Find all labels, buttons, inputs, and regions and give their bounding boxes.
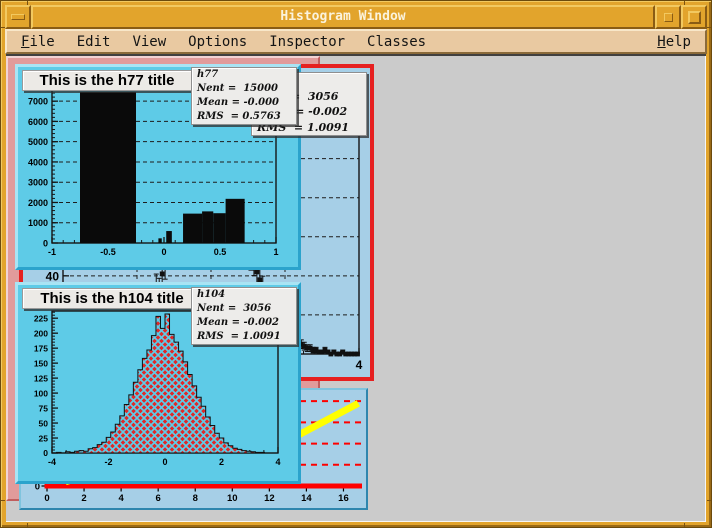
svg-text:-2: -2	[104, 457, 112, 467]
stat-mean: Mean = -0.000	[192, 96, 296, 110]
menu-view[interactable]: View	[132, 34, 166, 50]
pad-h77[interactable]: 01000200030004000500060007000-1-0.500.51…	[15, 64, 301, 270]
menu-options[interactable]: Options	[188, 34, 247, 50]
frame-notch	[684, 523, 685, 527]
svg-text:175: 175	[34, 343, 48, 353]
screen: { "window": { "title": "Histogram Window…	[0, 0, 712, 528]
svg-text:2: 2	[81, 493, 86, 504]
menu-file[interactable]: File	[21, 34, 55, 50]
menubar: File Edit View Options Inspector Classes…	[5, 29, 707, 54]
stat-entries: Nent = 15000	[192, 82, 296, 96]
svg-text:8: 8	[193, 493, 198, 504]
frame-notch	[707, 500, 711, 501]
menu-inspector[interactable]: Inspector	[269, 34, 345, 50]
svg-text:6: 6	[156, 493, 161, 504]
frame-notch	[1, 500, 5, 501]
svg-text:3000: 3000	[28, 178, 48, 188]
svg-text:-1: -1	[48, 247, 56, 257]
svg-text:6000: 6000	[28, 117, 48, 127]
svg-text:10: 10	[227, 493, 238, 504]
menu-classes[interactable]: Classes	[367, 34, 426, 50]
svg-text:0: 0	[161, 247, 166, 257]
svg-text:16: 16	[338, 493, 349, 504]
svg-text:1000: 1000	[28, 218, 48, 228]
maximize-icon	[688, 11, 701, 24]
stats-box-h104[interactable]: h104 Nent = 3056 Mean = -0.002 RMS = 1.0…	[191, 287, 297, 345]
svg-text:12: 12	[264, 493, 275, 504]
svg-text:200: 200	[34, 328, 48, 338]
svg-text:150: 150	[34, 358, 48, 368]
svg-text:4: 4	[118, 493, 124, 504]
title-box-h77[interactable]: This is the h77 title	[22, 70, 192, 91]
pad-h104[interactable]: 0255075100125150175200225-4-2024 This is…	[15, 282, 301, 484]
svg-text:14: 14	[301, 493, 312, 504]
minimize-icon	[664, 13, 673, 22]
titlebar-row: Histogram Window	[5, 5, 707, 29]
svg-text:25: 25	[39, 433, 49, 443]
stat-entries: Nent = 3056	[192, 302, 296, 316]
svg-text:0.5: 0.5	[214, 247, 227, 257]
window-menu-icon	[11, 14, 25, 20]
window-menu-button[interactable]	[5, 5, 31, 29]
svg-text:5000: 5000	[28, 137, 48, 147]
svg-text:75: 75	[39, 403, 49, 413]
stat-mean: Mean = -0.002	[192, 316, 296, 330]
client-area: 020406080100120-4-2024 This is the h101 …	[6, 54, 706, 522]
svg-text:125: 125	[34, 373, 48, 383]
stat-rms: RMS = 0.5763	[192, 110, 296, 124]
svg-text:2000: 2000	[28, 198, 48, 208]
stat-name: h104	[192, 288, 296, 302]
svg-text:4: 4	[356, 358, 363, 372]
stats-box-h77[interactable]: h77 Nent = 15000 Mean = -0.000 RMS = 0.5…	[191, 67, 297, 125]
svg-text:-4: -4	[48, 457, 56, 467]
svg-text:2: 2	[219, 457, 224, 467]
window-frame[interactable]: Histogram Window File Edit View Options …	[0, 0, 712, 528]
svg-text:50: 50	[39, 418, 49, 428]
svg-text:100: 100	[34, 388, 48, 398]
stat-name: h77	[192, 68, 296, 82]
menu-help[interactable]: Help	[657, 34, 705, 50]
svg-text:7000: 7000	[28, 97, 48, 107]
svg-text:225: 225	[34, 313, 48, 323]
title-box-h104[interactable]: This is the h104 title	[22, 288, 202, 309]
minimize-button[interactable]	[655, 5, 681, 29]
svg-text:0: 0	[44, 493, 49, 504]
frame-notch	[27, 523, 28, 527]
window-title[interactable]: Histogram Window	[31, 5, 655, 29]
menu-edit[interactable]: Edit	[77, 34, 111, 50]
svg-text:-0.5: -0.5	[100, 247, 116, 257]
svg-text:4000: 4000	[28, 157, 48, 167]
frame-notch	[707, 27, 711, 28]
svg-text:0: 0	[162, 457, 167, 467]
maximize-button[interactable]	[681, 5, 707, 29]
svg-text:4: 4	[275, 457, 280, 467]
stat-rms: RMS = 1.0091	[192, 330, 296, 344]
svg-text:1: 1	[273, 247, 278, 257]
